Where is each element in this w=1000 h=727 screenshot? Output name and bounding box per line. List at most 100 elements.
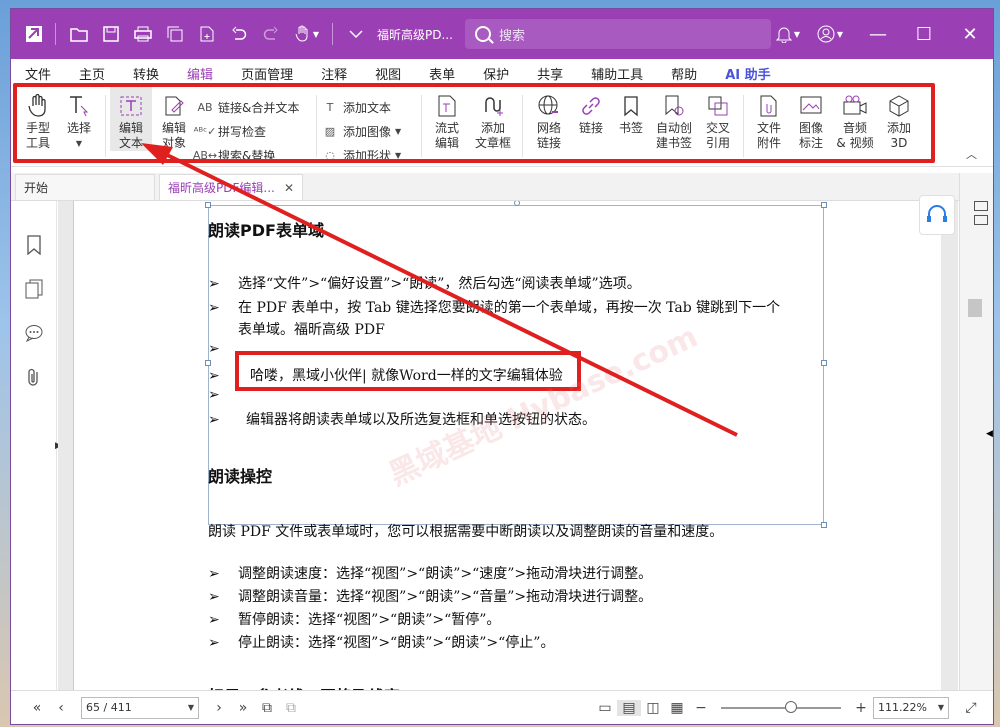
bell-icon[interactable]: ▼: [773, 19, 803, 49]
chevron-down-icon[interactable]: [341, 19, 371, 49]
new-file-icon[interactable]: [192, 19, 222, 49]
expand-right-panel-icon[interactable]: ◀: [986, 429, 993, 439]
fullscreen-icon[interactable]: ⤢: [959, 700, 983, 716]
flow-edit-icon: [434, 93, 460, 119]
zoom-slider[interactable]: [721, 700, 841, 713]
menu-convert[interactable]: 转换: [133, 64, 159, 83]
menu-form[interactable]: 表单: [429, 64, 455, 83]
audio-video-button[interactable]: 音频 & 视频: [832, 87, 878, 151]
comments-panel-icon[interactable]: [11, 311, 57, 355]
open-folder-icon[interactable]: [64, 19, 94, 49]
shape-icon: ◌: [325, 148, 335, 162]
menu-help[interactable]: 帮助: [671, 64, 697, 83]
resize-handle[interactable]: [821, 202, 827, 208]
rotate-handle[interactable]: [514, 201, 520, 206]
list-item-text: 调整朗读速度：选择“视图”>“朗读”>“速度”>拖动滑块进行调整。: [238, 566, 653, 582]
maximize-button[interactable]: ☐: [901, 9, 947, 59]
hand-tool-button[interactable]: 手型 工具: [19, 87, 57, 151]
extract-page-icon[interactable]: ⧉: [279, 700, 303, 716]
add-shape-button[interactable]: ◌ 添加形状 ▼: [321, 143, 417, 167]
menu-protect[interactable]: 保护: [483, 64, 509, 83]
bookmark-label: 书签: [618, 121, 643, 135]
resize-handle[interactable]: [821, 360, 827, 366]
last-page-icon[interactable]: »: [231, 700, 255, 716]
search-input[interactable]: 搜索: [465, 19, 771, 49]
edit-text-button[interactable]: 编辑 文本: [110, 87, 152, 151]
search-replace-icon: AB↔: [192, 148, 218, 162]
single-page-view-icon[interactable]: ▭: [593, 700, 617, 716]
zoom-level-input[interactable]: 111.22% ▼: [873, 696, 949, 719]
tab-document-label: 福昕高级PDF编辑...: [168, 181, 274, 195]
select-button[interactable]: 选择 ▼: [57, 87, 101, 151]
panel-toggle-icon[interactable]: [974, 201, 988, 211]
left-sidebar: ▶: [11, 201, 62, 691]
list-item-continuation: 表单域。福昕高级 PDF: [238, 322, 385, 338]
tab-start[interactable]: 开始: [15, 174, 155, 200]
app-logo-icon[interactable]: [19, 19, 49, 49]
menu-comment[interactable]: 注释: [321, 64, 347, 83]
account-icon[interactable]: ▼: [815, 19, 845, 49]
undo-icon[interactable]: [224, 19, 254, 49]
menu-view[interactable]: 视图: [375, 64, 401, 83]
print-icon[interactable]: [128, 19, 158, 49]
spell-check-label: 拼写检查: [218, 124, 267, 139]
resize-handle[interactable]: [821, 522, 827, 528]
divider: [522, 95, 523, 157]
rotate-view-icon[interactable]: ⧉: [255, 700, 279, 716]
panel-layout-icon[interactable]: [974, 215, 988, 225]
spell-check-icon: ᴬᴮᶜ✓: [193, 124, 217, 138]
minimize-button[interactable]: —: [855, 9, 901, 59]
spell-check-button[interactable]: ᴬᴮᶜ✓ 拼写检查: [193, 119, 312, 143]
close-tab-icon[interactable]: ✕: [284, 181, 294, 195]
auto-bookmark-button[interactable]: 自动创 建书签: [651, 87, 697, 151]
vertical-scrollbar-thumb[interactable]: [968, 299, 982, 317]
two-page-continuous-view-icon[interactable]: ▦: [665, 700, 689, 716]
menu-accessibility[interactable]: 辅助工具: [591, 64, 643, 83]
list-item: ➢ 选择“文件”>“偏好设置”>“朗读”，然后勾选“阅读表单域”选项。: [208, 273, 641, 293]
menu-page-management[interactable]: 页面管理: [241, 64, 293, 83]
heading-read-control: 朗读操控: [208, 467, 273, 486]
copy-icon[interactable]: [160, 19, 190, 49]
pdf-page[interactable]: 朗读PDF表单域 ➢ 选择“文件”>“偏好设置”>“朗读”，然后勾选“阅读表单域”…: [73, 201, 941, 691]
resize-handle[interactable]: [205, 202, 211, 208]
page-number-input[interactable]: 65 / 411 ▼: [81, 696, 199, 719]
pages-panel-icon[interactable]: [11, 267, 57, 311]
zoom-out-icon[interactable]: −: [689, 700, 713, 716]
cross-reference-button[interactable]: 交叉 引用: [697, 87, 739, 151]
web-link-button[interactable]: 网络 链接: [527, 87, 571, 151]
link-merge-icon: AB: [197, 100, 213, 114]
add-image-button[interactable]: ▨ 添加图像 ▼: [321, 119, 417, 143]
add-3d-button[interactable]: 添加 3D: [878, 87, 920, 151]
add-article-box-button[interactable]: 添加 文章框: [468, 87, 518, 151]
image-annotation-button[interactable]: 图像 标注: [790, 87, 832, 151]
flow-edit-button[interactable]: 流式 编辑: [426, 87, 468, 151]
continuous-view-icon[interactable]: ▤: [617, 699, 641, 716]
menu-ai-assistant[interactable]: AI 助手: [725, 64, 770, 83]
menu-share[interactable]: 共享: [537, 64, 563, 83]
previous-page-icon[interactable]: ‹: [49, 700, 73, 716]
zoom-in-icon[interactable]: +: [849, 700, 873, 716]
hand-tool-dropdown-icon[interactable]: ▼: [288, 19, 326, 49]
link-button[interactable]: 链接: [571, 87, 611, 136]
menu-home[interactable]: 主页: [79, 64, 105, 83]
collapse-ribbon-icon[interactable]: ︿: [966, 146, 977, 162]
redo-icon[interactable]: [256, 19, 286, 49]
first-page-icon[interactable]: «: [25, 700, 49, 716]
close-button[interactable]: ✕: [947, 9, 993, 59]
menu-edit[interactable]: 编辑: [187, 64, 214, 88]
edit-object-button[interactable]: 编辑 对象: [152, 87, 196, 151]
save-icon[interactable]: [96, 19, 126, 49]
next-page-icon[interactable]: ›: [207, 700, 231, 716]
bookmark-button[interactable]: 书签: [611, 87, 651, 136]
menu-file[interactable]: 文件: [25, 64, 51, 83]
link-merge-text-button[interactable]: AB 链接&合并文本: [196, 95, 312, 119]
attachments-panel-icon[interactable]: [11, 355, 57, 399]
two-page-view-icon[interactable]: ◫: [641, 700, 665, 716]
zoom-slider-thumb[interactable]: [785, 700, 797, 713]
add-text-button[interactable]: T 添加文本: [321, 95, 417, 119]
bookmarks-panel-icon[interactable]: [11, 223, 57, 267]
search-replace-button[interactable]: AB↔ 搜索&替换: [192, 143, 312, 167]
tab-document[interactable]: 福昕高级PDF编辑... ✕: [159, 174, 303, 200]
file-attachment-button[interactable]: 文件 附件: [748, 87, 790, 151]
support-headset-button[interactable]: [919, 195, 955, 235]
